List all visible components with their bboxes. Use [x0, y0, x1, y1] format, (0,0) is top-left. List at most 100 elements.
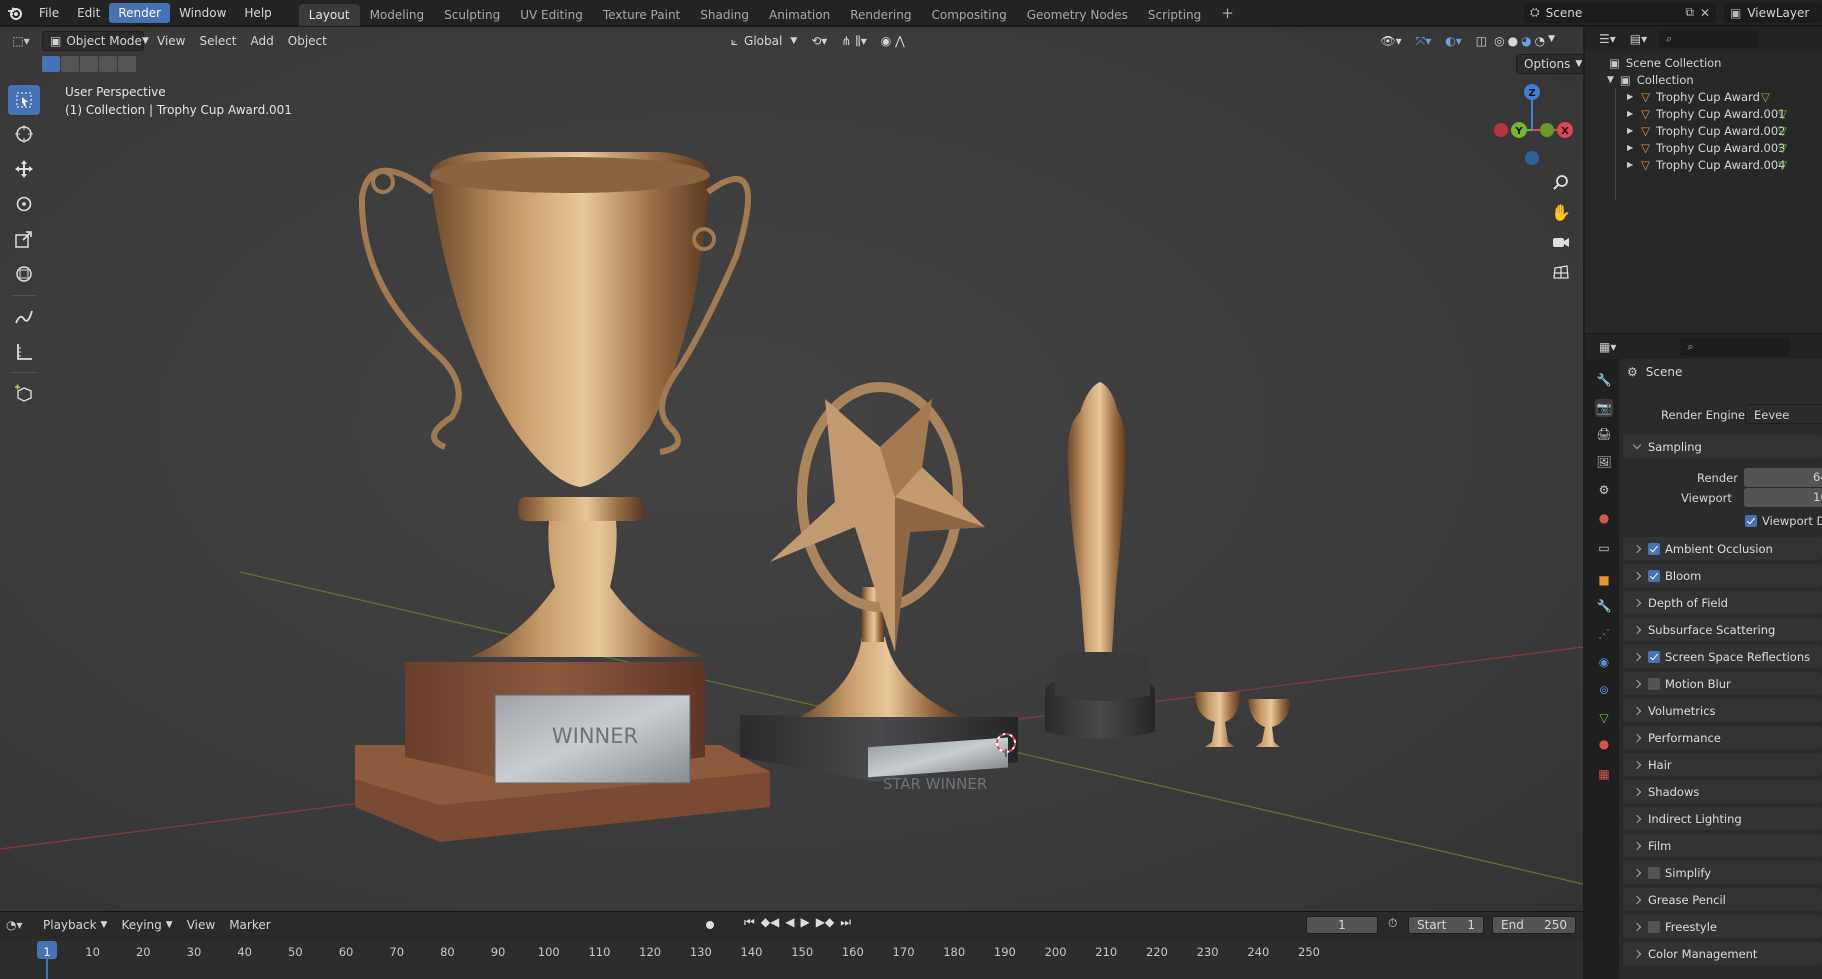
timeline-editor-icon[interactable]: ◔▾ — [6, 918, 36, 932]
record-icon[interactable] — [702, 917, 718, 933]
tab-geometry-nodes[interactable]: Geometry Nodes — [1017, 4, 1138, 26]
particles-icon[interactable]: ⋰ — [1595, 625, 1613, 643]
tab-shading[interactable]: Shading — [690, 4, 759, 26]
scene-collection-row[interactable]: ▣ Scene Collection — [1585, 54, 1822, 71]
select-box-icon[interactable] — [8, 85, 40, 115]
panel-screen-space-reflections[interactable]: Screen Space Reflections — [1623, 645, 1822, 668]
mode-selector[interactable]: ▣ Object Mode ▼ — [42, 30, 149, 51]
transform-icon[interactable] — [8, 259, 40, 289]
grid-ortho-icon[interactable] — [1548, 259, 1574, 285]
chevron-down-icon[interactable]: ▼ — [1607, 75, 1614, 85]
scale-icon[interactable] — [8, 224, 40, 254]
chevron-right-icon[interactable]: ▶ — [1627, 126, 1633, 135]
viewport-menu-select[interactable]: Select — [192, 31, 243, 51]
render-icon[interactable]: 📷 — [1595, 399, 1613, 417]
select-subtract-icon[interactable] — [80, 56, 98, 72]
proportional-edit-icon[interactable]: ◉ ⋀ — [874, 31, 912, 51]
current-frame-field[interactable]: 1 — [1306, 916, 1378, 934]
solid-shading-icon[interactable]: ● — [1508, 34, 1518, 48]
chevron-down-icon[interactable]: ▼ — [1548, 34, 1555, 48]
panel-simplify[interactable]: Simplify — [1623, 861, 1822, 884]
tool-icon[interactable]: 🔧 — [1595, 371, 1613, 389]
scene-selector[interactable]: ⛭ Scene ⧉ ✕ — [1524, 2, 1716, 23]
select-new-icon[interactable] — [42, 56, 60, 72]
prev-keyframe-icon[interactable]: ◆◀ — [761, 915, 779, 930]
transform-orientation-selector[interactable]: ⟀ Global ▼ — [724, 31, 804, 51]
output-icon[interactable]: 🖨 — [1595, 425, 1613, 443]
outliner-item[interactable]: ▶ ▽ Trophy Cup Award.003 ▽ — [1585, 139, 1822, 156]
physics-icon[interactable]: ◉ — [1595, 653, 1613, 671]
camera-icon[interactable] — [1548, 229, 1574, 255]
view-layer-selector[interactable]: ▣ ViewLayer — [1724, 2, 1822, 23]
panel-volumetrics[interactable]: Volumetrics — [1623, 699, 1822, 722]
3d-viewport[interactable]: WINNER STAR WINNER ⬚▾ ▣ Object Mode ▼ Vi… — [0, 27, 1583, 911]
new-scene-icon[interactable]: ⧉ — [1685, 5, 1694, 20]
timeline-menu-view[interactable]: View — [180, 915, 222, 935]
chevron-right-icon[interactable]: ▶ — [1627, 109, 1633, 118]
next-keyframe-icon[interactable]: ▶◆ — [816, 915, 834, 930]
texture-icon[interactable]: ▦ — [1595, 765, 1613, 783]
panel-grease-pencil[interactable]: Grease Pencil — [1623, 888, 1822, 911]
tab-layout[interactable]: Layout — [298, 3, 360, 26]
data-icon[interactable]: ▽ — [1595, 709, 1613, 727]
timeline-ruler[interactable]: 1 10 20 30 40 50 60 70 80 90 100 110 120 130 140 150 160… — [0, 939, 1583, 979]
annotate-icon[interactable] — [8, 302, 40, 332]
checkbox[interactable] — [1648, 650, 1660, 663]
properties-search-input[interactable]: ⌕ — [1680, 338, 1791, 356]
shading-modes[interactable]: ◎ ● ◕ ◔ ▼ — [1494, 34, 1555, 48]
playback-controls[interactable]: ⏮ ◆◀ ◀ ▶ ▶◆ ⏭ — [744, 915, 851, 930]
jump-end-icon[interactable]: ⏭ — [840, 915, 851, 930]
select-extend-icon[interactable] — [61, 56, 79, 72]
view-layer-icon[interactable]: 🖼 — [1595, 453, 1613, 471]
outliner-item[interactable]: ▶ ▽ Trophy Cup Award ▽ — [1585, 88, 1822, 105]
checkbox[interactable] — [1648, 569, 1660, 582]
add-cube-icon[interactable] — [8, 379, 40, 409]
gizmo-icon[interactable]: ⤧▾ — [1409, 31, 1439, 51]
scene-icon[interactable]: ⚙ — [1595, 481, 1613, 499]
xray-icon[interactable]: ◫ — [1469, 31, 1494, 51]
tab-animation[interactable]: Animation — [759, 4, 840, 26]
material-shading-icon[interactable]: ◕ — [1521, 34, 1531, 48]
menu-file[interactable]: File — [30, 3, 68, 23]
display-mode-icon[interactable]: ▤▾ — [1630, 32, 1647, 46]
rendered-shading-icon[interactable]: ◔ — [1535, 34, 1545, 48]
panel-bloom[interactable]: Bloom — [1623, 564, 1822, 587]
outliner-item[interactable]: ▶ ▽ Trophy Cup Award.001 ▽ — [1585, 105, 1822, 122]
collection-row[interactable]: ▼ ▣ Collection — [1585, 71, 1822, 88]
checkbox[interactable] — [1648, 542, 1660, 555]
panel-color-management[interactable]: Color Management — [1623, 942, 1822, 965]
timeline-menu-keying[interactable]: Keying ▼ — [114, 915, 179, 935]
object-icon[interactable]: ■ — [1595, 571, 1613, 589]
options-button[interactable]: Options ▼ — [1516, 54, 1583, 74]
panel-indirect-lighting[interactable]: Indirect Lighting — [1623, 807, 1822, 830]
viewport-menu-view[interactable]: View — [150, 31, 192, 51]
panel-hair[interactable]: Hair — [1623, 753, 1822, 776]
viewport-denoise-checkbox[interactable]: Viewport Denoising — [1745, 514, 1822, 528]
rotate-icon[interactable] — [8, 189, 40, 219]
timeline-menu-playback[interactable]: Playback ▼ — [36, 915, 114, 935]
zoom-icon[interactable] — [1548, 169, 1574, 195]
checkbox[interactable] — [1745, 515, 1757, 527]
end-frame-field[interactable]: End 250 — [1492, 916, 1576, 934]
play-icon[interactable]: ▶ — [801, 915, 810, 930]
play-reverse-icon[interactable]: ◀ — [785, 915, 794, 930]
collection-icon[interactable]: ▭ — [1595, 539, 1613, 557]
constraints-icon[interactable]: ⊚ — [1595, 681, 1613, 699]
stopwatch-icon[interactable]: ⏱ — [1388, 916, 1397, 931]
menu-window[interactable]: Window — [170, 3, 235, 23]
sampling-render-field[interactable]: 64 — [1744, 468, 1822, 487]
chevron-right-icon[interactable]: ▶ — [1627, 92, 1633, 101]
start-frame-field[interactable]: Start 1 — [1408, 916, 1484, 934]
modifier-icon[interactable]: 🔧 — [1595, 597, 1613, 615]
panel-depth-of-field[interactable]: Depth of Field — [1623, 591, 1822, 614]
snap-icon[interactable]: ⋔ ⫼▾ — [834, 31, 873, 51]
select-mode-buttons[interactable] — [42, 56, 136, 72]
pan-hand-icon[interactable]: ✋ — [1548, 199, 1574, 225]
checkbox[interactable] — [1648, 866, 1660, 879]
tab-compositing[interactable]: Compositing — [921, 4, 1016, 26]
panel-performance[interactable]: Performance — [1623, 726, 1822, 749]
sampling-viewport-field[interactable]: 16 — [1744, 488, 1822, 507]
menu-render[interactable]: Render — [109, 2, 171, 23]
editor-type-icon[interactable]: ⬚▾ — [6, 31, 36, 51]
chevron-right-icon[interactable]: ▶ — [1627, 143, 1633, 152]
